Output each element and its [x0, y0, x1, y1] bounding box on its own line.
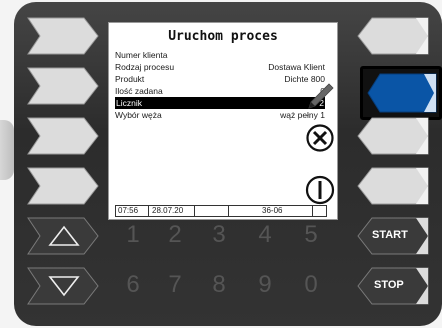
- field-row-hose-selection[interactable]: Wybór węża wąż pełny 1: [115, 109, 325, 121]
- status-code: 36-06: [262, 206, 283, 215]
- right-softkey-4[interactable]: [356, 166, 432, 206]
- numkey-2[interactable]: 2: [160, 220, 190, 250]
- left-bezel-handle: [0, 120, 14, 180]
- field-label: Numer klienta: [115, 50, 168, 60]
- left-softkey-1[interactable]: [24, 16, 100, 56]
- left-softkey-4[interactable]: [24, 166, 100, 206]
- up-arrow-button[interactable]: [24, 216, 100, 256]
- field-row-preset-quantity[interactable]: Ilość zadana 0: [115, 85, 325, 97]
- status-time: 07:56: [118, 206, 139, 215]
- right-softkey-1[interactable]: [356, 16, 432, 56]
- numkey-4[interactable]: 4: [250, 220, 280, 250]
- field-row-product[interactable]: Produkt Dichte 800: [115, 73, 325, 85]
- field-label: Produkt: [115, 74, 145, 84]
- pencil-icon[interactable]: [305, 81, 337, 111]
- stop-button[interactable]: STOP: [356, 266, 432, 306]
- numkey-3[interactable]: 3: [204, 220, 234, 250]
- numkey-9[interactable]: 9: [250, 270, 280, 300]
- start-button[interactable]: START: [356, 216, 432, 256]
- right-softkey-3[interactable]: [356, 116, 432, 156]
- power-icon[interactable]: [305, 173, 335, 207]
- field-row-process-type[interactable]: Rodzaj procesu Dostawa Klient: [115, 61, 325, 73]
- field-row-counter-selected[interactable]: Licznik 2: [115, 97, 325, 109]
- field-label: Rodzaj procesu: [115, 62, 175, 72]
- field-label: Wybór węża: [115, 110, 162, 120]
- down-arrow-button[interactable]: [24, 266, 100, 306]
- x-circle-icon[interactable]: [305, 123, 335, 153]
- numkey-5[interactable]: 5: [296, 220, 326, 250]
- numkey-8[interactable]: 8: [204, 270, 234, 300]
- left-softkey-3[interactable]: [24, 116, 100, 156]
- numkey-6[interactable]: 6: [118, 270, 148, 300]
- field-label: Licznik: [116, 98, 142, 108]
- device-panel: Uruchom proces Numer klienta Rodzaj proc…: [14, 2, 442, 326]
- display-screen: Uruchom proces Numer klienta Rodzaj proc…: [108, 22, 338, 220]
- stop-label: STOP: [374, 279, 404, 291]
- start-label: START: [372, 229, 408, 241]
- left-softkey-2[interactable]: [24, 66, 100, 106]
- field-value: Dostawa Klient: [268, 62, 325, 72]
- numkey-7[interactable]: 7: [160, 270, 190, 300]
- field-label: Ilość zadana: [115, 86, 163, 96]
- page-title: Uruchom proces: [168, 29, 278, 44]
- numkey-1[interactable]: 1: [118, 220, 148, 250]
- numkey-0[interactable]: 0: [296, 270, 326, 300]
- right-softkey-2-active[interactable]: [366, 72, 438, 114]
- status-bar: 07:56 28.07.20 36-06: [115, 205, 327, 217]
- status-date: 28.07.20: [152, 206, 184, 215]
- field-row-customer-number[interactable]: Numer klienta: [115, 49, 325, 61]
